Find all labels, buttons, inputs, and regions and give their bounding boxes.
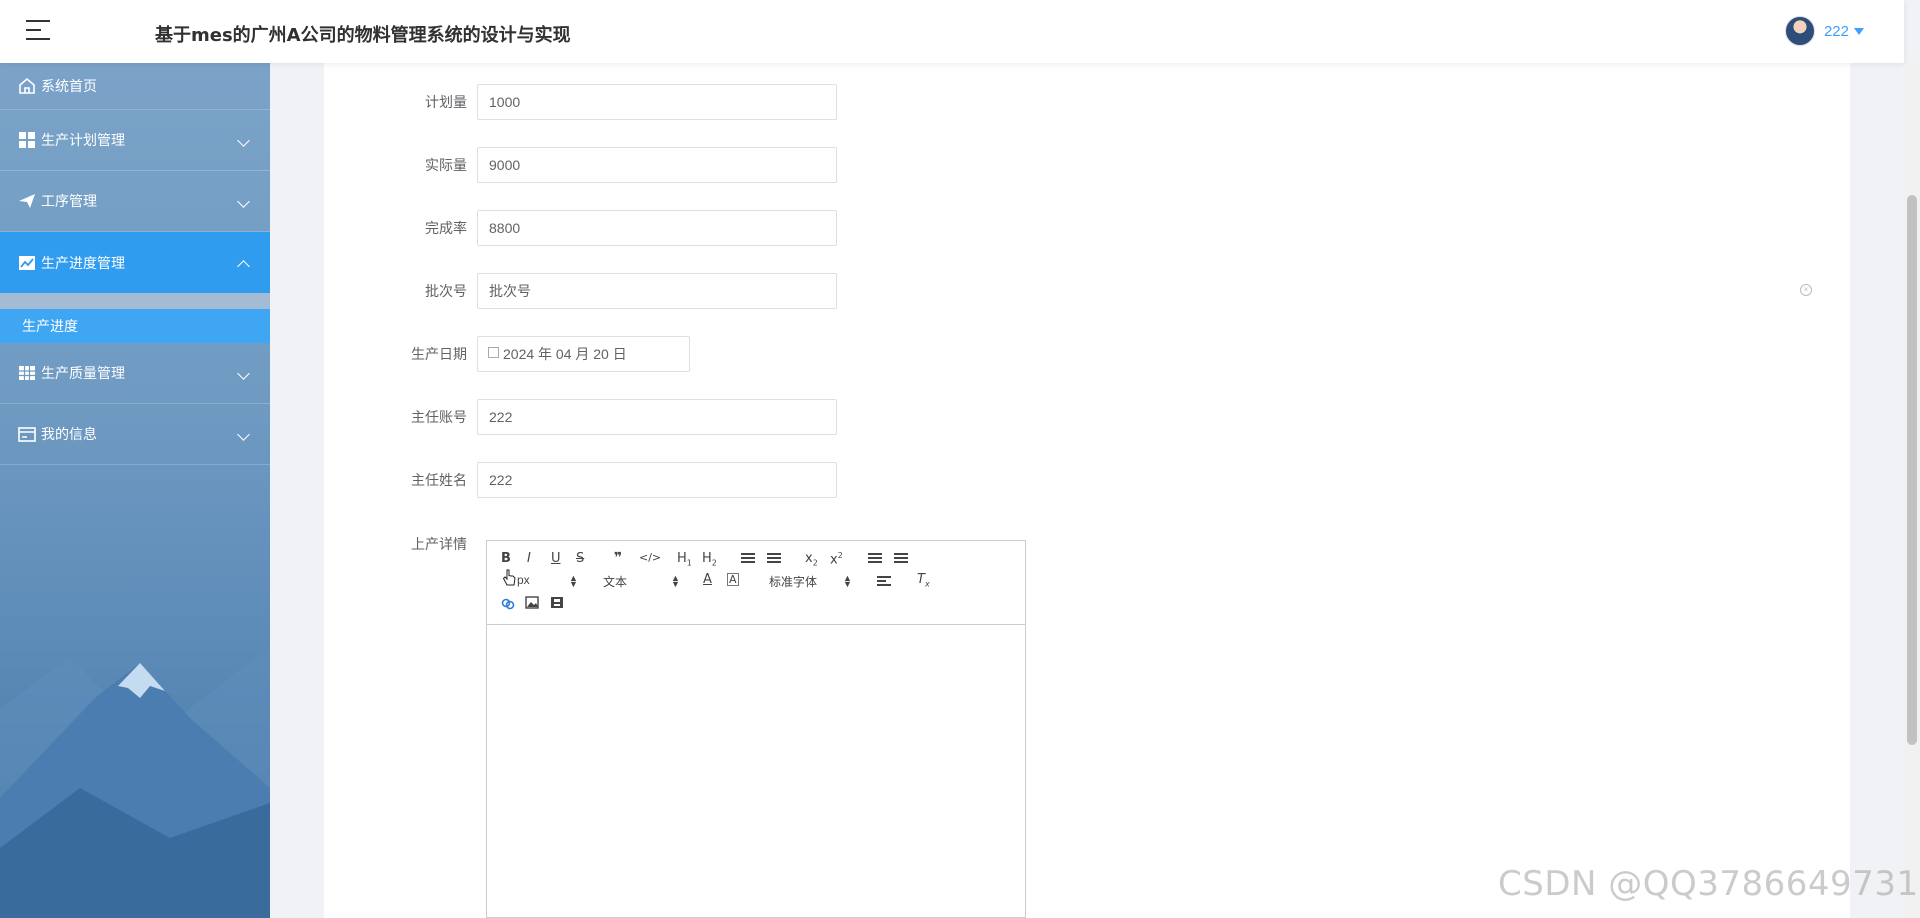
supervisor-name-input[interactable]: 222 bbox=[477, 462, 837, 498]
sidebar-item-production-plan[interactable]: 生产计划管理 bbox=[0, 110, 270, 171]
planned-input[interactable]: 1000 bbox=[477, 84, 837, 120]
heading1-icon[interactable]: H1 bbox=[677, 551, 692, 568]
video-icon[interactable] bbox=[550, 596, 564, 609]
font-color-icon[interactable]: A bbox=[703, 572, 712, 587]
form-row-supervisor-name: 主任姓名 222 bbox=[324, 462, 837, 498]
date-picker[interactable]: 2024 年 04 月 20 日 bbox=[477, 336, 690, 372]
code-icon[interactable]: </> bbox=[639, 551, 661, 564]
chevron-down-icon bbox=[237, 428, 250, 441]
sidebar-item-label: 系统首页 bbox=[41, 78, 97, 94]
subscript-icon[interactable]: x2 bbox=[805, 551, 818, 568]
clear-format-icon[interactable]: Tx bbox=[917, 572, 930, 589]
card-icon bbox=[18, 427, 36, 442]
actual-label: 实际量 bbox=[425, 157, 467, 173]
user-name[interactable]: 222 bbox=[1824, 23, 1849, 40]
hand-cursor-icon bbox=[502, 569, 516, 586]
strikethrough-icon[interactable]: S bbox=[576, 551, 584, 566]
heading2-icon[interactable]: H2 bbox=[702, 551, 717, 568]
submenu-divider bbox=[0, 293, 270, 309]
menu-toggle-icon[interactable] bbox=[26, 20, 50, 42]
send-icon bbox=[19, 194, 35, 208]
supervisor-account-label: 主任账号 bbox=[411, 409, 467, 425]
blockquote-icon[interactable]: ❞ bbox=[614, 550, 622, 566]
sidebar-item-home[interactable]: 系统首页 bbox=[0, 63, 270, 110]
select-arrow-icon: ▲ ▼ bbox=[671, 573, 680, 589]
caret-down-icon[interactable] bbox=[1854, 27, 1864, 35]
chevron-down-icon bbox=[237, 195, 250, 208]
link-icon[interactable] bbox=[501, 596, 515, 610]
form-row-date: 生产日期 2024 年 04 月 20 日 bbox=[324, 336, 690, 372]
details-label: 上产详情 bbox=[411, 536, 467, 552]
sidebar-item-my-info[interactable]: 我的信息 bbox=[0, 404, 270, 465]
chevron-down-icon bbox=[237, 134, 250, 147]
sidebar-item-label: 生产质量管理 bbox=[41, 365, 125, 381]
form-row-actual: 实际量 9000 bbox=[324, 147, 837, 183]
bold-icon[interactable]: B bbox=[501, 551, 511, 566]
actual-input[interactable]: 9000 bbox=[477, 147, 837, 183]
form-row-batch: 批次号 批次号 bbox=[324, 273, 837, 309]
image-icon[interactable] bbox=[525, 596, 539, 609]
editor-body[interactable] bbox=[487, 625, 1025, 917]
grid-icon bbox=[19, 132, 35, 148]
watermark: CSDN @QQ3786649731 bbox=[1498, 864, 1919, 904]
mountain-illustration bbox=[0, 648, 270, 918]
batch-label: 批次号 bbox=[425, 283, 467, 299]
calendar-icon bbox=[488, 346, 499, 358]
select-arrow-icon: ▲ ▼ bbox=[569, 573, 578, 589]
home-icon bbox=[19, 77, 35, 94]
form-row-supervisor-account: 主任账号 222 bbox=[324, 399, 837, 435]
outdent-icon[interactable] bbox=[868, 553, 882, 565]
supervisor-name-label: 主任姓名 bbox=[411, 472, 467, 488]
chevron-up-icon bbox=[237, 260, 250, 273]
clear-circle-icon[interactable]: × bbox=[1800, 284, 1812, 296]
chevron-down-icon bbox=[237, 367, 250, 380]
sidebar-item-quality[interactable]: 生产质量管理 bbox=[0, 343, 270, 404]
rich-text-editor: B I U S ❞ </> H1 H2 x2 x2 px ▲ ▼ 文本 ▲ ▼ A … bbox=[486, 540, 1026, 918]
sidebar-item-progress[interactable]: 生产进度管理 bbox=[0, 232, 270, 293]
underline-icon[interactable]: U bbox=[551, 551, 561, 566]
chart-line-icon bbox=[19, 255, 35, 270]
date-label: 生产日期 bbox=[411, 346, 467, 362]
batch-input[interactable]: 批次号 bbox=[477, 273, 837, 309]
editor-toolbar: B I U S ❞ </> H1 H2 x2 x2 px ▲ ▼ 文本 ▲ ▼ A … bbox=[487, 541, 1025, 625]
sidebar-item-label: 我的信息 bbox=[41, 426, 97, 442]
planned-label: 计划量 bbox=[425, 94, 467, 110]
avatar[interactable] bbox=[1784, 16, 1815, 46]
form-row-completion: 完成率 8800 bbox=[324, 210, 837, 246]
sidebar-item-label: 工序管理 bbox=[41, 193, 97, 209]
supervisor-account-input[interactable]: 222 bbox=[477, 399, 837, 435]
bullet-list-icon[interactable] bbox=[767, 553, 781, 565]
superscript-icon[interactable]: x2 bbox=[830, 551, 843, 567]
indent-icon[interactable] bbox=[894, 553, 908, 565]
font-family-select[interactable]: 标准字体 bbox=[769, 573, 817, 590]
background-color-icon[interactable]: A bbox=[727, 573, 739, 586]
completion-input[interactable]: 8800 bbox=[477, 210, 837, 246]
align-icon[interactable] bbox=[877, 576, 891, 588]
user-menu[interactable]: 222 bbox=[1784, 16, 1864, 46]
sidebar-item-label: 生产计划管理 bbox=[41, 132, 125, 148]
completion-label: 完成率 bbox=[425, 220, 467, 236]
sidebar-item-label: 生产进度管理 bbox=[41, 254, 125, 271]
italic-icon[interactable]: I bbox=[527, 551, 531, 566]
date-value: 2024 年 04 月 20 日 bbox=[503, 346, 627, 362]
select-arrow-icon: ▲ ▼ bbox=[843, 573, 852, 589]
ordered-list-icon[interactable] bbox=[741, 553, 755, 565]
font-size-select[interactable]: px bbox=[517, 573, 530, 587]
table-grid-icon bbox=[19, 366, 35, 380]
form-row-planned: 计划量 1000 bbox=[324, 84, 837, 120]
sidebar-item-process[interactable]: 工序管理 bbox=[0, 171, 270, 232]
top-header: 基于mes的广州A公司的物料管理系统的设计与实现 222 bbox=[0, 0, 1904, 63]
scrollbar-thumb[interactable] bbox=[1907, 195, 1917, 745]
app-title: 基于mes的广州A公司的物料管理系统的设计与实现 bbox=[155, 25, 571, 46]
sidebar: 系统首页 生产计划管理 工序管理 生产进度管理 生产进度 生产质量管理 我的信息 bbox=[0, 63, 270, 918]
heading-select[interactable]: 文本 bbox=[603, 573, 627, 590]
sidebar-subitem-progress[interactable]: 生产进度 bbox=[0, 309, 270, 343]
